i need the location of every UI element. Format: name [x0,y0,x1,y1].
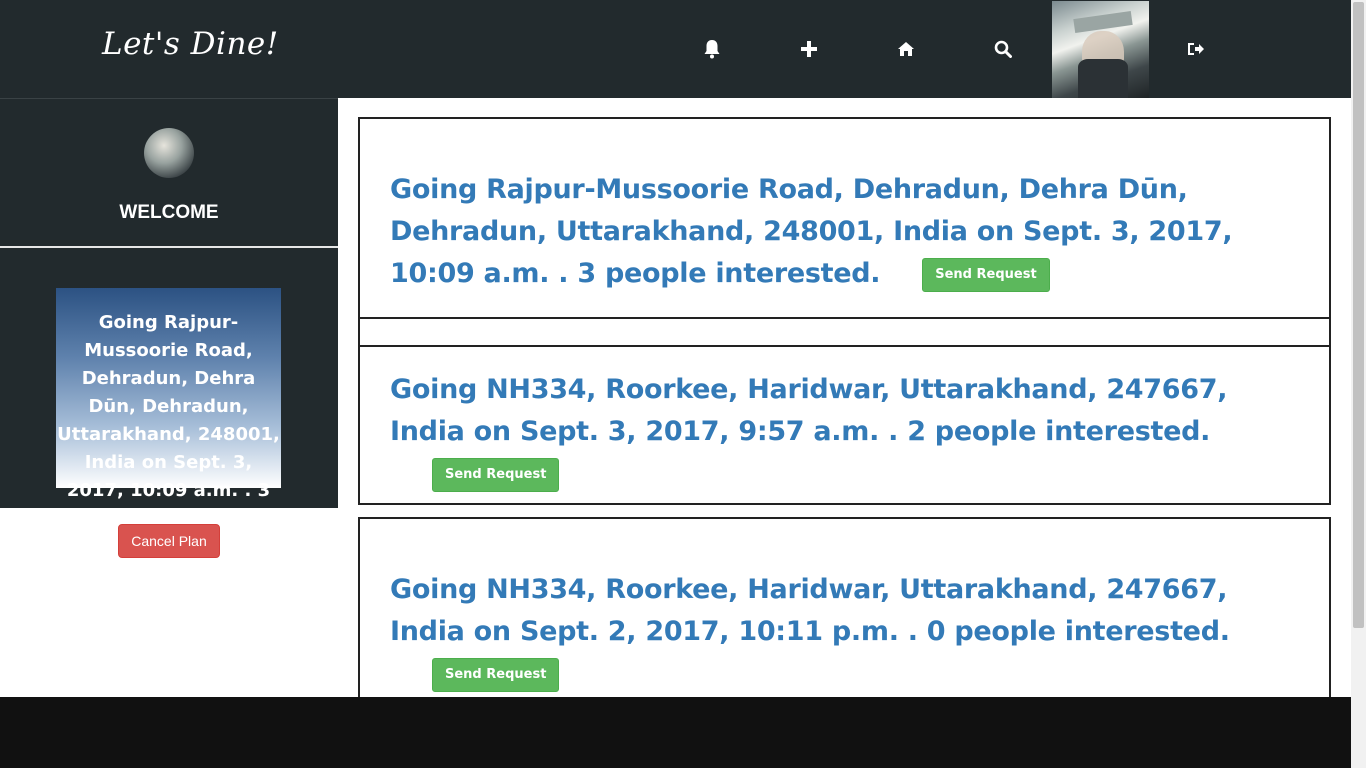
plan-post: Going Rajpur-Mussoorie Road, Dehradun, D… [358,117,1331,319]
plan-post-text: Going Rajpur-Mussoorie Road, Dehradun, D… [390,169,1310,295]
current-plan-text: Going Rajpur-Mussoorie Road, Dehradun, D… [57,312,280,529]
plan-post-description: Going NH334, Roorkee, Haridwar, Uttarakh… [390,574,1230,647]
post-separator [358,317,1331,347]
send-request-button[interactable]: Send Request [432,457,560,492]
brand-logo[interactable]: Let's Dine! [102,26,279,62]
plan-post: Going NH334, Roorkee, Haridwar, Uttarakh… [358,517,1331,704]
sidebar-profile: WELCOME [0,98,338,246]
send-request-button[interactable]: Send Request [922,257,1050,292]
plan-post-text: Going NH334, Roorkee, Haridwar, Uttarakh… [390,569,1310,695]
current-plan-card: Going Rajpur-Mussoorie Road, Dehradun, D… [56,288,281,529]
bell-icon[interactable] [700,37,724,61]
page-scrollbar[interactable] [1351,0,1366,768]
plan-post-description: Going NH334, Roorkee, Haridwar, Uttarakh… [390,374,1228,447]
sign-out-icon[interactable] [1184,37,1208,61]
top-navbar: Let's Dine! [0,0,1351,98]
plan-post: Going NH334, Roorkee, Haridwar, Uttarakh… [358,345,1331,505]
cancel-plan-button[interactable]: Cancel Plan [118,524,220,558]
plan-post-text: Going NH334, Roorkee, Haridwar, Uttarakh… [390,369,1310,495]
plan-post-description: Going Rajpur-Mussoorie Road, Dehradun, D… [390,174,1233,289]
home-icon[interactable] [894,37,918,61]
sidebar-avatar [144,128,194,178]
welcome-heading: WELCOME [119,202,219,223]
page-footer [0,697,1351,768]
send-request-button[interactable]: Send Request [432,657,560,692]
sidebar-current-plan: Going Rajpur-Mussoorie Road, Dehradun, D… [0,248,338,529]
profile-avatar[interactable] [1052,1,1149,98]
search-icon[interactable] [991,37,1015,61]
plus-icon[interactable] [797,37,821,61]
scrollbar-thumb[interactable] [1353,2,1364,628]
